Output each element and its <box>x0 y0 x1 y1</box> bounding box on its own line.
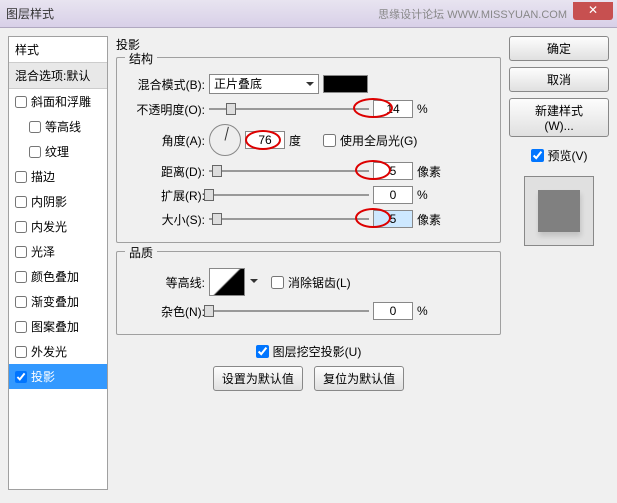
style-label: 斜面和浮雕 <box>31 93 91 110</box>
style-checkbox[interactable] <box>15 271 27 283</box>
style-item-8[interactable]: 渐变叠加 <box>9 289 107 314</box>
distance-input[interactable] <box>373 162 413 180</box>
style-checkbox[interactable] <box>29 121 41 133</box>
distance-label: 距离(D): <box>125 163 205 180</box>
styles-header[interactable]: 样式 <box>9 37 107 63</box>
preview-swatch <box>538 190 580 232</box>
size-label: 大小(S): <box>125 211 205 228</box>
right-panel: 确定 取消 新建样式(W)... 预览(V) <box>509 36 609 490</box>
style-checkbox[interactable] <box>29 146 41 158</box>
close-button[interactable]: ✕ <box>573 2 613 20</box>
style-checkbox[interactable] <box>15 321 27 333</box>
distance-unit: 像素 <box>417 163 447 180</box>
style-item-9[interactable]: 图案叠加 <box>9 314 107 339</box>
noise-input[interactable] <box>373 302 413 320</box>
effect-title: 投影 <box>116 36 501 53</box>
blend-options-default[interactable]: 混合选项:默认 <box>9 63 107 89</box>
style-label: 渐变叠加 <box>31 293 79 310</box>
knockout-label: 图层挖空投影(U) <box>273 343 362 360</box>
set-default-button[interactable]: 设置为默认值 <box>213 366 303 391</box>
style-checkbox[interactable] <box>15 171 27 183</box>
style-checkbox[interactable] <box>15 221 27 233</box>
global-light-checkbox[interactable] <box>323 134 336 147</box>
angle-unit: 度 <box>289 132 319 149</box>
style-item-2[interactable]: 纹理 <box>9 139 107 164</box>
styles-panel: 样式 混合选项:默认 斜面和浮雕等高线纹理描边内阴影内发光光泽颜色叠加渐变叠加图… <box>8 36 108 490</box>
style-checkbox[interactable] <box>15 246 27 258</box>
opacity-slider[interactable] <box>209 100 369 118</box>
style-item-11[interactable]: 投影 <box>9 364 107 389</box>
style-label: 投影 <box>31 368 55 385</box>
opacity-input[interactable] <box>373 100 413 118</box>
noise-unit: % <box>417 304 447 318</box>
contour-label: 等高线: <box>125 274 205 291</box>
preview-box <box>524 176 594 246</box>
opacity-unit: % <box>417 102 447 116</box>
opacity-label: 不透明度(O): <box>125 101 205 118</box>
style-item-1[interactable]: 等高线 <box>9 114 107 139</box>
style-label: 等高线 <box>45 118 81 135</box>
style-label: 图案叠加 <box>31 318 79 335</box>
distance-slider[interactable] <box>209 162 369 180</box>
style-checkbox[interactable] <box>15 296 27 308</box>
antialias-label: 消除锯齿(L) <box>288 274 351 291</box>
style-label: 光泽 <box>31 243 55 260</box>
noise-label: 杂色(N): <box>125 303 205 320</box>
cancel-button[interactable]: 取消 <box>509 67 609 92</box>
angle-label: 角度(A): <box>125 132 205 149</box>
blend-mode-label: 混合模式(B): <box>125 76 205 93</box>
style-item-7[interactable]: 颜色叠加 <box>9 264 107 289</box>
contour-picker[interactable] <box>209 268 245 296</box>
blend-mode-select[interactable]: 正片叠底 <box>209 74 319 94</box>
watermark: 思缘设计论坛 WWW.MISSYUAN.COM <box>378 6 567 22</box>
style-label: 外发光 <box>31 343 67 360</box>
antialias-checkbox[interactable] <box>271 276 284 289</box>
style-label: 描边 <box>31 168 55 185</box>
quality-legend: 品质 <box>125 244 157 261</box>
style-item-6[interactable]: 光泽 <box>9 239 107 264</box>
spread-input[interactable] <box>373 186 413 204</box>
style-checkbox[interactable] <box>15 346 27 358</box>
dialog-body: 样式 混合选项:默认 斜面和浮雕等高线纹理描边内阴影内发光光泽颜色叠加渐变叠加图… <box>0 28 617 498</box>
style-label: 内阴影 <box>31 193 67 210</box>
structure-legend: 结构 <box>125 50 157 67</box>
style-checkbox[interactable] <box>15 196 27 208</box>
global-light-label: 使用全局光(G) <box>340 132 417 149</box>
knockout-checkbox[interactable] <box>256 345 269 358</box>
style-label: 内发光 <box>31 218 67 235</box>
style-item-4[interactable]: 内阴影 <box>9 189 107 214</box>
center-panel: 投影 结构 混合模式(B): 正片叠底 不透明度(O): % 角度(A): 度 <box>116 36 501 490</box>
new-style-button[interactable]: 新建样式(W)... <box>509 98 609 137</box>
ok-button[interactable]: 确定 <box>509 36 609 61</box>
style-item-5[interactable]: 内发光 <box>9 214 107 239</box>
size-slider[interactable] <box>209 210 369 228</box>
style-item-0[interactable]: 斜面和浮雕 <box>9 89 107 114</box>
shadow-color-swatch[interactable] <box>323 75 368 93</box>
style-label: 纹理 <box>45 143 69 160</box>
style-item-3[interactable]: 描边 <box>9 164 107 189</box>
preview-label: 预览(V) <box>548 147 588 164</box>
quality-group: 品质 等高线: 消除锯齿(L) 杂色(N): % <box>116 251 501 335</box>
spread-slider[interactable] <box>209 186 369 204</box>
style-checkbox[interactable] <box>15 96 27 108</box>
angle-input[interactable] <box>245 131 285 149</box>
reset-default-button[interactable]: 复位为默认值 <box>314 366 404 391</box>
spread-label: 扩展(R): <box>125 187 205 204</box>
style-checkbox[interactable] <box>15 371 27 383</box>
preview-checkbox[interactable] <box>531 149 544 162</box>
titlebar: 图层样式 思缘设计论坛 WWW.MISSYUAN.COM ✕ <box>0 0 617 28</box>
structure-group: 结构 混合模式(B): 正片叠底 不透明度(O): % 角度(A): 度 使用全… <box>116 57 501 243</box>
window-title: 图层样式 <box>6 5 54 22</box>
size-unit: 像素 <box>417 211 447 228</box>
spread-unit: % <box>417 188 447 202</box>
style-label: 颜色叠加 <box>31 268 79 285</box>
angle-dial[interactable] <box>209 124 241 156</box>
size-input[interactable] <box>373 210 413 228</box>
style-item-10[interactable]: 外发光 <box>9 339 107 364</box>
noise-slider[interactable] <box>209 302 369 320</box>
